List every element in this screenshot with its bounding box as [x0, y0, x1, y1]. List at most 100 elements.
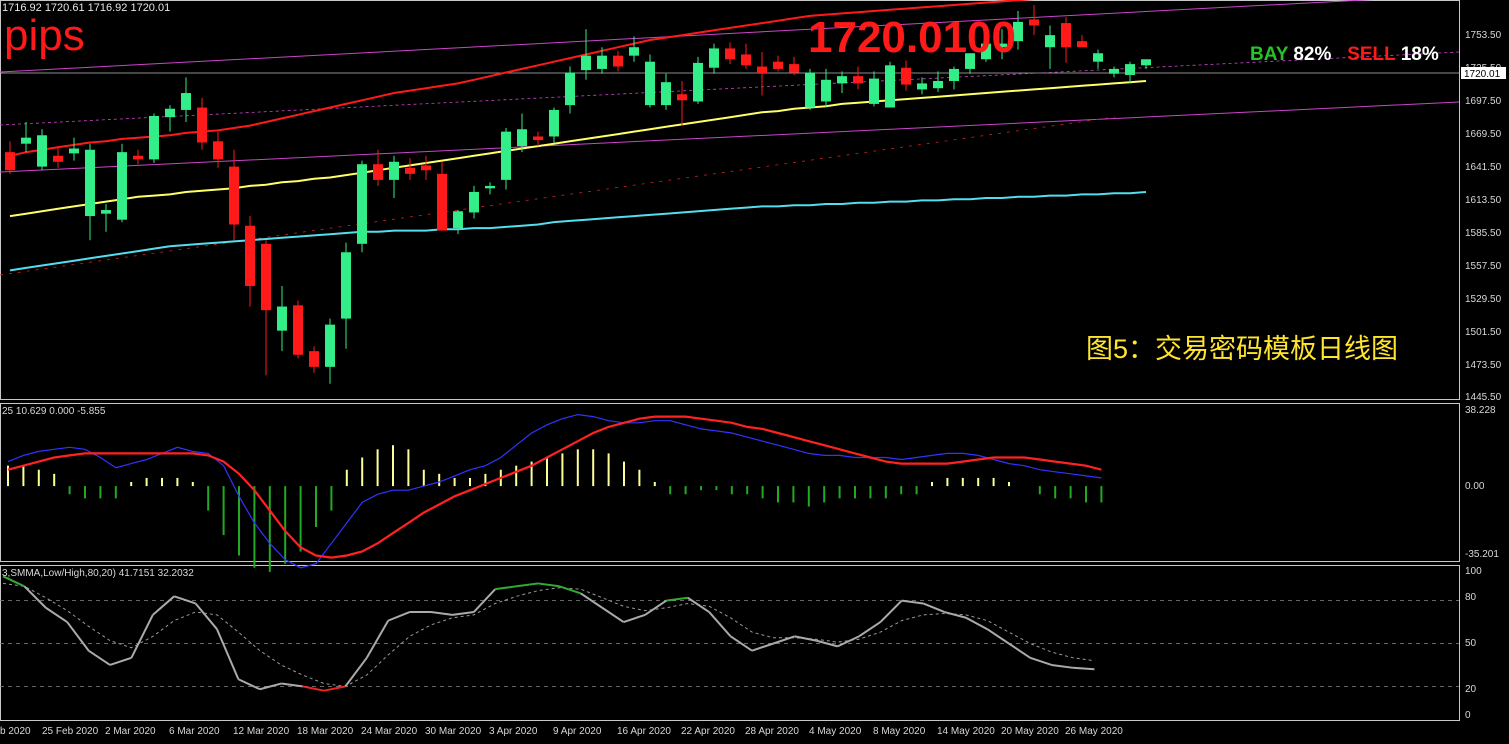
- candle-body: [821, 79, 831, 102]
- candle: [293, 300, 303, 359]
- time-tick: 3 Apr 2020: [489, 726, 538, 737]
- candle-body: [485, 185, 495, 189]
- candle-body: [293, 305, 303, 355]
- price-tick: 1669.50: [1465, 129, 1502, 140]
- candle-body: [629, 47, 639, 56]
- candle-body: [933, 80, 943, 89]
- candle-body: [917, 83, 927, 90]
- stoch-tick-100: 100: [1465, 566, 1482, 577]
- candle-body: [229, 166, 239, 225]
- candle: [357, 160, 367, 253]
- candle-body: [613, 55, 623, 67]
- candle-body: [213, 141, 223, 160]
- time-tick: 28 Apr 2020: [745, 726, 799, 737]
- candle-body: [677, 94, 687, 101]
- candle-body: [597, 55, 607, 69]
- candle-body: [565, 72, 575, 106]
- candle-body: [693, 62, 703, 102]
- pips-label: pips: [4, 11, 85, 60]
- candle-body: [869, 78, 879, 104]
- candle-body: [37, 135, 47, 167]
- macd-panel-frame: [0, 403, 1460, 562]
- time-tick: 16 Apr 2020: [617, 726, 671, 737]
- time-tick: 4 May 2020: [809, 726, 862, 737]
- stoch-tick-80: 80: [1465, 592, 1477, 603]
- macd-tick-zero: 0.00: [1465, 481, 1485, 492]
- candle-body: [837, 76, 847, 84]
- candle-body: [5, 152, 15, 171]
- candle-body: [1029, 19, 1039, 26]
- candle: [693, 56, 703, 104]
- candle-body: [325, 324, 335, 367]
- stoch-tick-20: 20: [1465, 684, 1477, 695]
- candle-body: [885, 65, 895, 108]
- sell-label: SELL: [1347, 44, 1396, 65]
- candle-body: [1125, 64, 1135, 75]
- price-tick: 1753.50: [1465, 30, 1502, 41]
- candle-body: [357, 164, 367, 244]
- candle: [37, 129, 47, 171]
- price-tick: 1585.50: [1465, 228, 1502, 239]
- time-tick: 18 Mar 2020: [297, 726, 354, 737]
- candle-body: [149, 115, 159, 160]
- candle-body: [1045, 35, 1055, 48]
- candle-body: [549, 109, 559, 137]
- sentiment-readout: BAY 82% SELL 18%: [1250, 44, 1439, 66]
- candle-body: [725, 48, 735, 60]
- stoch-tick-0: 0: [1465, 710, 1471, 721]
- time-tick: 25 Feb 2020: [42, 726, 99, 737]
- candle: [149, 113, 159, 164]
- bay-label: BAY: [1250, 44, 1289, 65]
- candle-body: [949, 68, 959, 81]
- time-tick: 22 Apr 2020: [681, 726, 735, 737]
- candle-body: [389, 161, 399, 180]
- price-tick: 1501.50: [1465, 327, 1502, 338]
- candle-body: [853, 76, 863, 84]
- candle-body: [341, 252, 351, 319]
- candle: [645, 54, 655, 108]
- macd-tick-min: -35.201: [1465, 549, 1499, 560]
- candle-body: [309, 351, 319, 367]
- current-price-label: 1720.01: [1464, 69, 1501, 80]
- candle-body: [405, 167, 415, 174]
- price-tick: 1697.50: [1465, 96, 1502, 107]
- stoch-tick-50: 50: [1465, 638, 1477, 649]
- candle-body: [197, 107, 207, 143]
- candle-body: [1077, 41, 1087, 48]
- candle-body: [453, 211, 463, 229]
- candle-body: [1141, 59, 1151, 66]
- candle-body: [373, 164, 383, 180]
- candle-body: [805, 72, 815, 108]
- candle-body: [117, 152, 127, 220]
- time-tick: 26 May 2020: [1065, 726, 1123, 737]
- candle: [117, 143, 127, 223]
- time-tick: 2 Mar 2020: [105, 726, 156, 737]
- candle-body: [709, 48, 719, 68]
- candle-body: [581, 55, 591, 71]
- candle-body: [1109, 68, 1119, 74]
- price-tick: 1445.50: [1465, 392, 1502, 403]
- time-tick: 14 May 2020: [937, 726, 995, 737]
- candle-body: [501, 131, 511, 180]
- time-axis: b 2020 25 Feb 2020 2 Mar 2020 6 Mar 2020…: [0, 726, 1123, 737]
- candle-body: [789, 64, 799, 73]
- time-tick: 20 May 2020: [1001, 726, 1059, 737]
- candle-body: [517, 129, 527, 147]
- candle-body: [901, 67, 911, 85]
- candle-body: [133, 155, 143, 160]
- candle-body: [277, 306, 287, 331]
- stochastic-panel-frame: [0, 565, 1460, 721]
- candle-body: [245, 225, 255, 287]
- time-tick: 30 Mar 2020: [425, 726, 482, 737]
- time-tick: 12 Mar 2020: [233, 726, 290, 737]
- candle-body: [85, 149, 95, 217]
- macd-tick-max: 38.228: [1465, 405, 1496, 416]
- trading-chart[interactable]: 1753.50 1725.50 1697.50 1669.50 1641.50 …: [0, 0, 1509, 744]
- time-tick: 8 May 2020: [873, 726, 926, 737]
- candle-body: [533, 136, 543, 141]
- candle-body: [21, 137, 31, 144]
- current-price-big: 1720.0100: [808, 13, 1016, 62]
- candle-body: [181, 93, 191, 110]
- price-tick: 1473.50: [1465, 360, 1502, 371]
- candle-body: [53, 155, 63, 162]
